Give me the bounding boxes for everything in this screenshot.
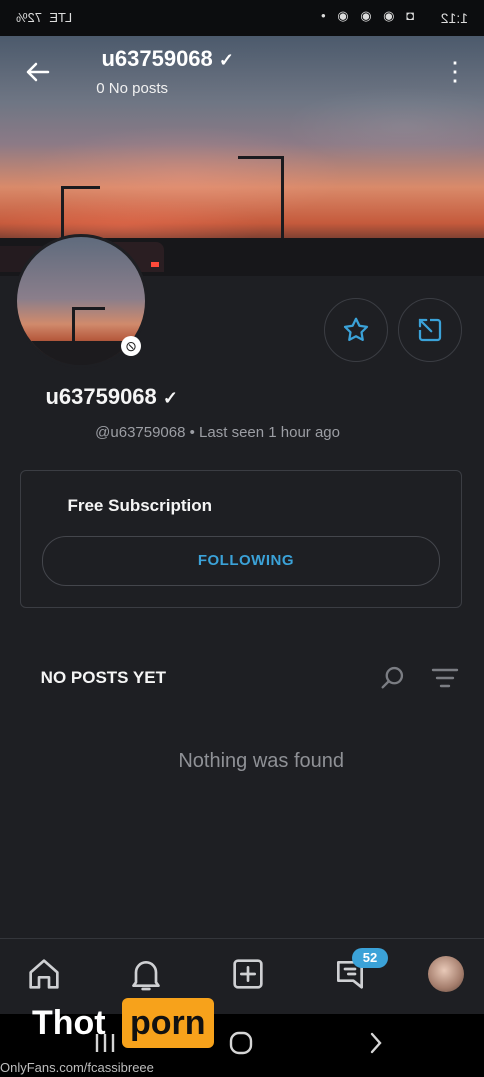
profile-name: u63759068 ✓ [45,384,178,409]
home-icon [29,959,59,989]
subscription-title: Free Subscription [67,496,212,515]
watermark-brand-left: Thot [32,1004,106,1042]
status-system-indicators: LTE 72% [16,10,72,25]
header-username: u63759068 ✓ [101,46,234,71]
search-icon [381,666,404,689]
filter-posts-button[interactable] [430,664,460,692]
home-system-button[interactable] [228,1030,254,1061]
filter-icon [431,668,459,688]
bell-icon [132,961,160,991]
vertical-dots-icon: ⋮ [442,56,468,86]
signal-text: LTE [49,10,73,25]
posts-section-label: NO POSTS YET [40,668,166,687]
back-system-button[interactable] [362,1030,388,1061]
plus-square-icon [233,959,263,989]
home-circle-icon [229,1031,253,1055]
profile-handle-last-seen: @u63759068 • Last seen 1 hour ago [95,424,340,441]
nav-home-button[interactable] [24,954,64,994]
messages-unread-badge: 52 [352,948,388,968]
star-icon [343,317,369,341]
empty-state-message: Nothing was found [178,750,344,772]
watermark-url: OnlyFans.com/fcassibreee [0,1060,154,1075]
arrow-left-icon [26,62,50,82]
offline-status-icon: ⊘ [121,336,141,356]
share-icon [418,318,442,342]
watermark-brand-right: porn [122,998,214,1048]
nav-profile-avatar[interactable] [428,956,464,992]
more-options-button[interactable]: ⋮ [442,56,468,90]
favorite-button[interactable] [324,298,388,362]
search-posts-button[interactable] [378,664,406,692]
nav-add-post-button[interactable] [228,954,268,994]
following-button-label: FOLLOWING [197,552,294,569]
chevron-left-icon [370,1032,382,1054]
verified-icon: ✓ [162,388,178,408]
battery-text: 72% [16,10,43,25]
nav-notifications-button[interactable] [126,954,166,994]
verified-icon: ✓ [218,50,234,70]
status-time: 1:12 [440,10,468,26]
status-bar: 1:12 ◘ ◉ ◉ ◉ • LTE 72% [0,0,484,36]
back-button[interactable] [22,56,54,88]
share-button[interactable] [398,298,462,362]
header-post-count: 0 No posts [96,80,168,97]
status-notification-icons: ◘ ◉ ◉ ◉ • [317,8,414,23]
